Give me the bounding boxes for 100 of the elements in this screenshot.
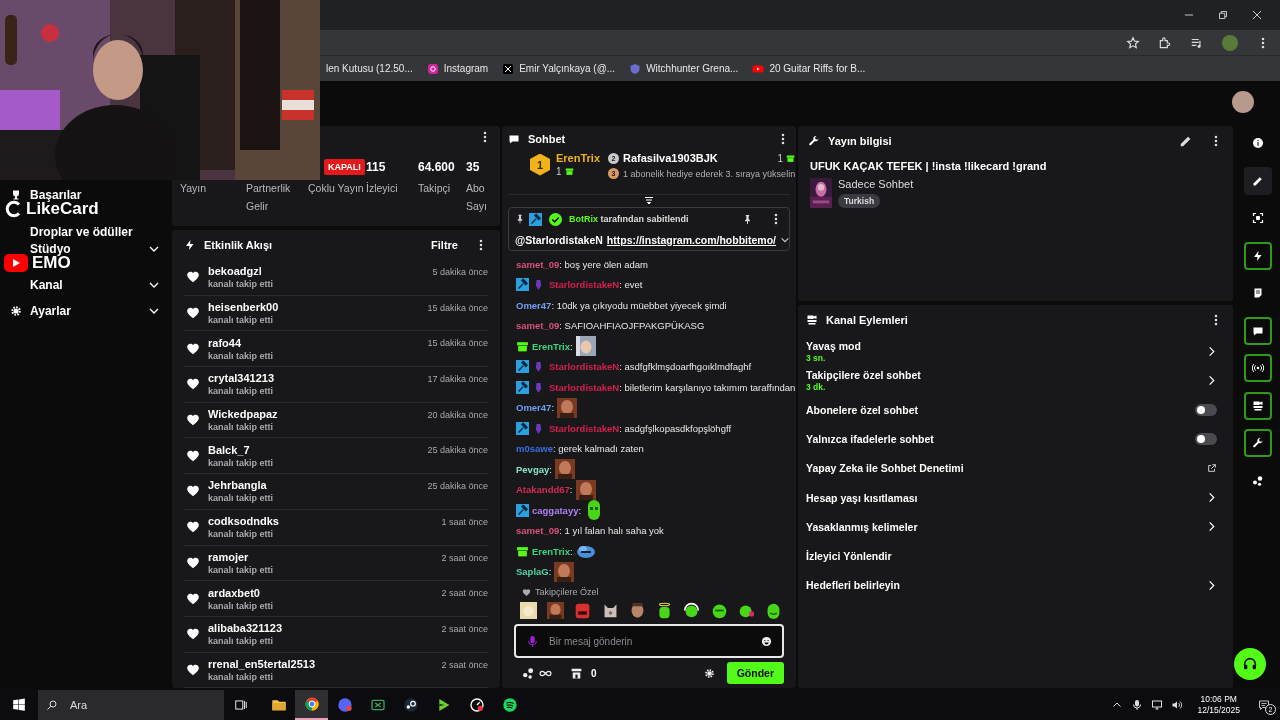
wrench-icon xyxy=(808,135,820,147)
moderator-badge-icon xyxy=(529,212,542,226)
profile-avatar[interactable] xyxy=(1222,34,1238,51)
chat-message: StarlordistakeN: asdgfşlkopasdkfopşlöhgff xyxy=(549,422,732,434)
volume-icon[interactable] xyxy=(1171,699,1184,711)
frame-icon xyxy=(1251,212,1264,224)
close-button[interactable] xyxy=(1250,8,1264,22)
restore-button[interactable] xyxy=(1216,8,1230,22)
instagram-icon xyxy=(426,62,439,75)
pencil-button[interactable] xyxy=(1243,166,1272,195)
dots-icon[interactable] xyxy=(522,666,535,680)
channel-action[interactable]: Yalnızca ifadelerle sohbet xyxy=(806,424,1223,454)
verified-badge-icon xyxy=(549,212,562,226)
message-box[interactable]: Bir mesaj gönderin xyxy=(514,624,784,658)
stat-label: İzleyici xyxy=(366,182,398,194)
bookmark[interactable]: Instagram xyxy=(426,62,489,75)
event-description: kanalı takip etti xyxy=(208,422,275,433)
lightning-button[interactable] xyxy=(1243,241,1272,270)
emote-icon[interactable] xyxy=(737,602,755,619)
channel-action[interactable]: İzleyici Yönlendir xyxy=(806,541,1223,571)
pin-icon xyxy=(515,214,525,224)
channel-action[interactable]: Yapay Zeka ile Sohbet Denetimi xyxy=(806,453,1223,483)
taskbar-search-box[interactable]: Ara xyxy=(38,690,224,720)
sidebar-item[interactable]: Ayarlar xyxy=(10,304,160,318)
event-time: 1 saat önce xyxy=(441,516,488,527)
send-button[interactable]: Gönder xyxy=(726,662,784,684)
monitor-icon[interactable] xyxy=(1151,699,1164,711)
event-time: 15 dakika önce xyxy=(427,338,488,349)
emoji-icon[interactable] xyxy=(761,635,772,647)
notification-icon xyxy=(1258,699,1270,711)
extensions-icon[interactable] xyxy=(1158,35,1172,50)
sidebar-item[interactable]: Başarılar xyxy=(10,188,160,202)
sidebar-item[interactable]: Stüdyo xyxy=(10,242,160,256)
clock[interactable]: 10:06 PM 12/15/2025 xyxy=(1197,694,1240,716)
chat-message: StarlordistakeN: biletlerim karşılanıyo takımım taraffından xyxy=(549,381,796,393)
message-input[interactable]: Bir mesaj gönderin xyxy=(547,634,753,648)
channel-action[interactable]: Takipçilere özel sohbet 3 dk. xyxy=(806,366,1223,396)
heart-icon xyxy=(186,520,200,535)
panel-title: Yayın bilgisi xyxy=(828,135,893,147)
emote-icon[interactable] xyxy=(710,602,728,619)
store-icon[interactable] xyxy=(570,666,583,680)
microphone-icon[interactable] xyxy=(1131,699,1144,711)
heart-icon xyxy=(186,377,200,392)
channel-action[interactable]: Yavaş mod 3 sn. xyxy=(806,337,1223,367)
event-time: 25 dakika önce xyxy=(427,481,488,492)
language-tag: Turkish xyxy=(838,194,881,208)
taskbar-search-field[interactable]: Ara xyxy=(68,698,192,712)
bookmark[interactable]: len Kutusu (12.50... xyxy=(326,63,413,74)
toggle-switch[interactable] xyxy=(1195,433,1217,446)
start-button[interactable] xyxy=(12,698,26,712)
event-description: kanalı takip etti xyxy=(208,350,275,361)
emote-section-label: Takipçilere Özel xyxy=(535,587,599,597)
user-avatar[interactable] xyxy=(1232,91,1254,113)
wrench-button[interactable] xyxy=(1243,429,1272,457)
chat-message: Atakandd67: xyxy=(516,484,573,496)
xbox-icon xyxy=(369,697,386,713)
gift-icon xyxy=(786,153,796,163)
panel-title: Etkinlik Akışı xyxy=(204,239,274,251)
channel-action[interactable]: Abonelere özel sohbet xyxy=(806,395,1223,425)
unpin-icon[interactable] xyxy=(742,213,753,225)
chat-message: caggatayy: xyxy=(532,504,582,516)
task-view-icon[interactable] xyxy=(234,698,248,712)
stat-value: 115 xyxy=(366,160,386,174)
bookmark-star-icon[interactable] xyxy=(1126,35,1140,50)
stat-value: 64.600 xyxy=(418,160,455,174)
bookmark[interactable]: 20 Guitar Riffs for B... xyxy=(752,62,866,75)
toggle-switch[interactable] xyxy=(1195,403,1217,416)
event-time: 5 dakika önce xyxy=(432,267,488,277)
chat-message: m0sawe: gerek kalmadı zaten xyxy=(516,443,644,455)
sidebar-item[interactable]: Droplar ve ödüller xyxy=(10,225,160,239)
category-name[interactable]: Sadece Sohbet xyxy=(838,178,914,190)
play-logo-icon xyxy=(4,254,28,272)
settings-icon[interactable] xyxy=(703,667,715,679)
follower-name: ramojer xyxy=(208,550,250,563)
heart-icon xyxy=(186,270,200,285)
emote-icon[interactable] xyxy=(683,602,701,619)
search-icon xyxy=(46,699,58,711)
bookmark[interactable]: Witchhunter Grena... xyxy=(629,62,739,75)
collapse-handle-icon[interactable] xyxy=(643,195,655,207)
pinned-text: @StarlordistakeN xyxy=(515,234,603,246)
broadcast-button[interactable] xyxy=(1243,354,1272,382)
help-button[interactable] xyxy=(1234,648,1266,680)
spotify-icon xyxy=(501,697,518,713)
camera-list-button[interactable] xyxy=(1243,391,1272,420)
sidebar-item[interactable]: Kanal xyxy=(10,278,160,292)
expand-icon[interactable] xyxy=(780,235,791,245)
event-description: kanalı takip etti xyxy=(208,529,275,540)
filter-button[interactable]: Filtre xyxy=(421,239,468,251)
dots-icon xyxy=(1251,474,1264,487)
channel-action[interactable]: Hedefleri belirleyin xyxy=(806,570,1223,600)
pinned-link[interactable]: https://instagram.com/hobbitemo/ xyxy=(606,234,777,246)
event-time: 2 saat önce xyxy=(441,588,488,599)
taskbar-app[interactable] xyxy=(295,690,328,720)
channel-action[interactable]: Yasaklanmış kelimeler xyxy=(806,512,1223,542)
channel-action[interactable]: Hesap yaşı kısıtlaması xyxy=(806,482,1223,513)
pencil-icon[interactable] xyxy=(1179,134,1193,148)
chat-button[interactable] xyxy=(1243,316,1272,345)
heart-icon xyxy=(522,587,531,597)
info-icon xyxy=(1251,137,1264,149)
bookmark[interactable]: Emir Yalçınkaya (@... xyxy=(502,62,616,75)
